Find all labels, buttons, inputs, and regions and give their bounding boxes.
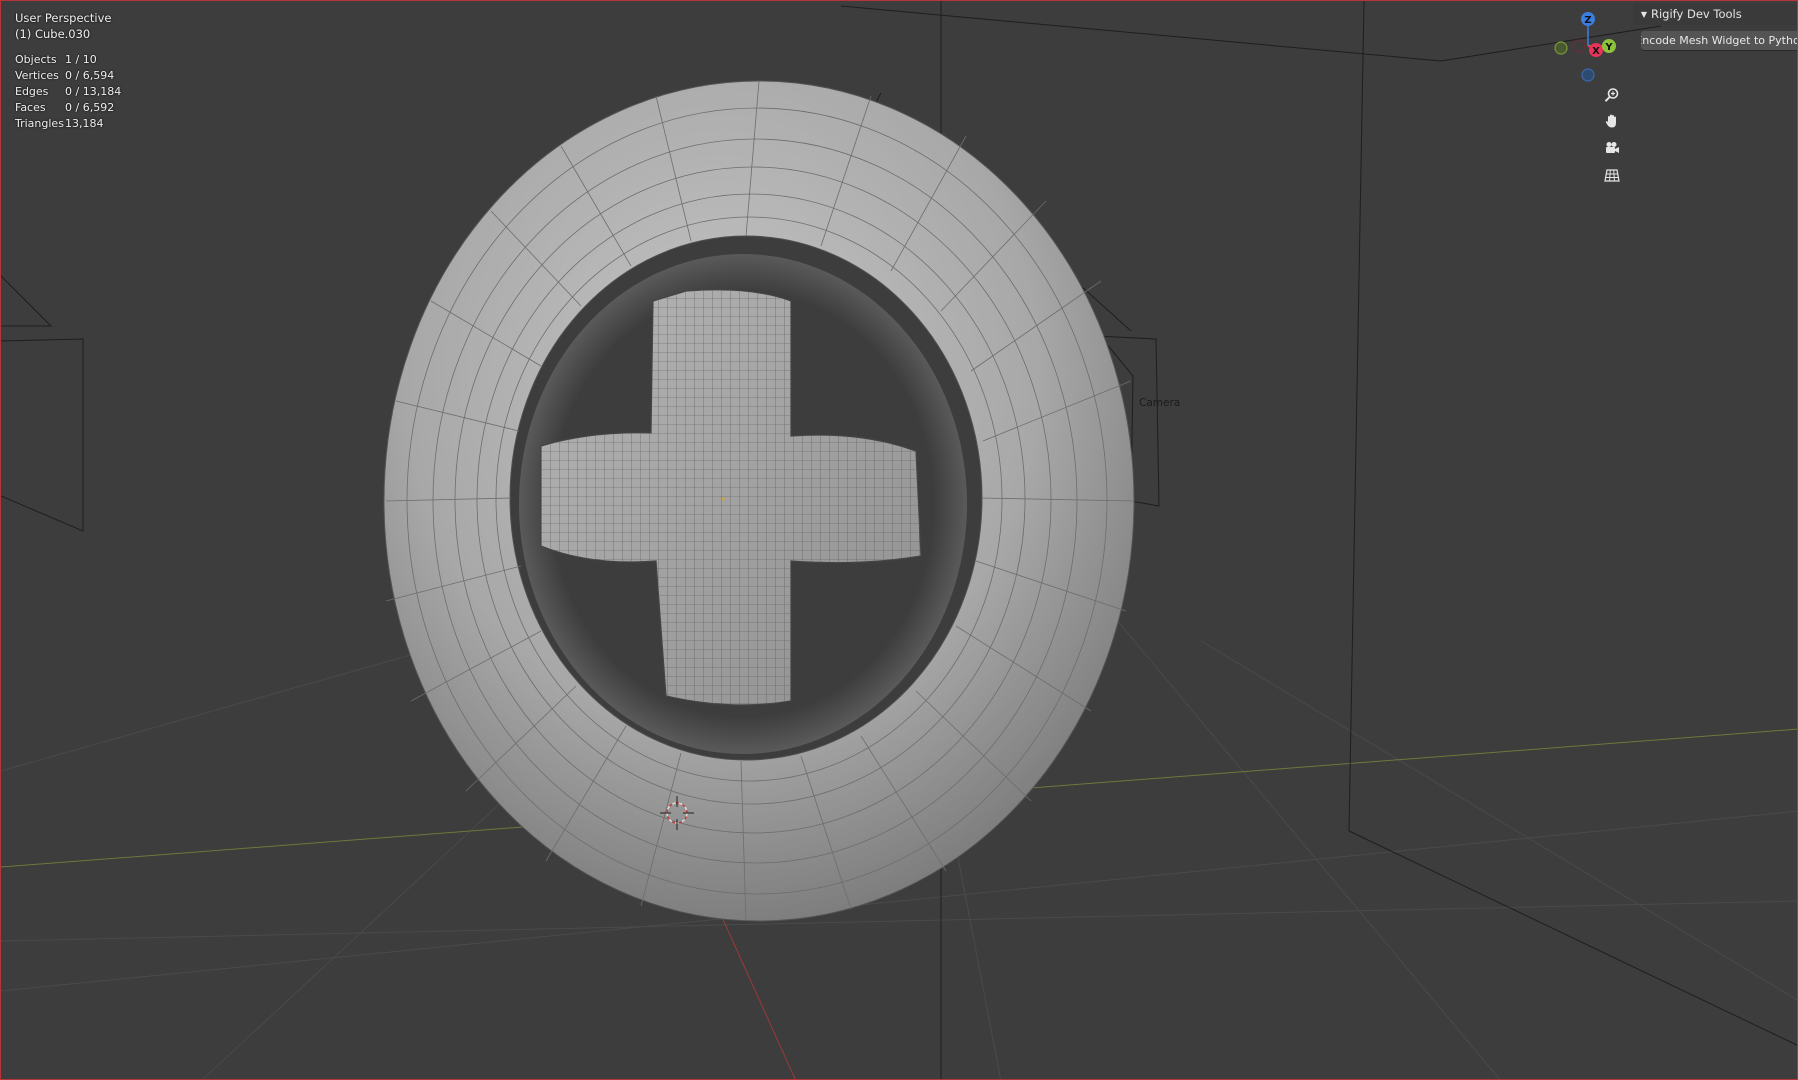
gizmo-neg-x-axis [1572,39,1586,53]
stat-value: 0 / 13,184 [65,85,122,98]
camera-object-label: Camera [1139,397,1181,409]
3d-viewport[interactable]: Camera User Perspective (1) Cube.030 Obj… [0,0,1798,1080]
gizmo-y-label: Y [1604,42,1613,53]
stat-label: Vertices [15,69,59,82]
stat-row-objects: Objects 1 / 10 [15,52,121,68]
camera-view-button[interactable] [1600,136,1624,160]
view-name-label: User Perspective [15,11,112,25]
encode-mesh-widget-button[interactable]: Encode Mesh Widget to Python [1641,31,1797,50]
stat-value: 0 / 6,594 [65,69,115,82]
stat-row-triangles: Triangles 13,184 [15,116,121,132]
panel-title: Rigify Dev Tools [1651,7,1742,21]
panel-header-rigify-dev-tools[interactable]: ▼ Rigify Dev Tools [1633,3,1797,25]
stat-value: 0 / 6,592 [65,101,115,114]
chevron-down-icon: ▼ [1640,9,1648,19]
sidebar-panel: ▼ Rigify Dev Tools Encode Mesh Widget to… [1633,1,1797,61]
stat-row-faces: Faces 0 / 6,592 [15,100,121,116]
stat-label: Edges [15,85,49,98]
stat-value: 13,184 [65,117,104,130]
zoom-icon [1604,88,1619,102]
ortho-toggle-button[interactable] [1600,163,1624,187]
stat-row-vertices: Vertices 0 / 6,594 [15,68,121,84]
pan-hand-icon [1605,114,1616,128]
gizmo-neg-z-axis [1581,68,1595,82]
stat-value: 1 / 10 [65,53,97,66]
gizmo-neg-y-axis [1554,41,1568,55]
navigation-gizmo[interactable]: Z X Y [1546,9,1616,84]
stat-label: Faces [15,101,46,114]
pan-button[interactable] [1600,109,1624,133]
gizmo-x-label: X [1592,46,1600,57]
active-object-label: (1) Cube.030 [15,27,91,41]
scene-statistics: Objects 1 / 10 Vertices 0 / 6,594 Edges … [15,52,121,132]
stat-row-edges: Edges 0 / 13,184 [15,84,121,100]
stat-label: Objects [15,53,57,66]
ortho-grid-icon [1604,169,1620,182]
camera-view-icon [1606,142,1619,153]
stat-label: Triangles [15,117,64,130]
gizmo-z-label: Z [1584,15,1591,26]
scene-render[interactable] [1,1,1798,1080]
zoom-button[interactable] [1600,83,1624,107]
